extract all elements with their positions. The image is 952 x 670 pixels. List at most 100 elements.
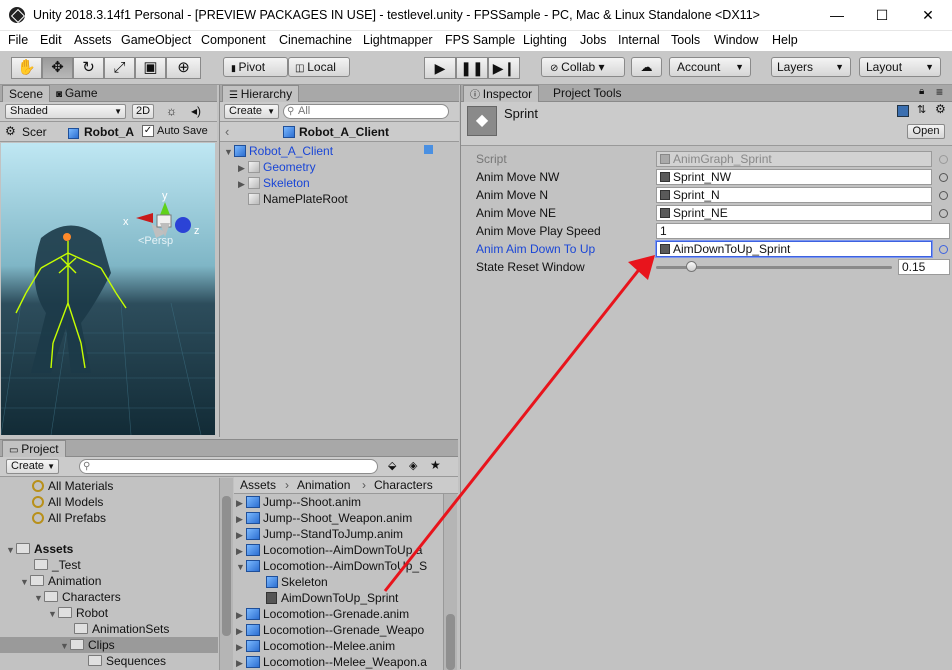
close-button[interactable]: ✕ <box>905 0 951 31</box>
cloud-button[interactable]: ☁ <box>631 57 662 77</box>
rect-tool-icon[interactable]: ▣ <box>135 57 166 79</box>
tree-item-geometry[interactable]: ▶ Geometry <box>224 159 454 175</box>
menu-component[interactable]: Component <box>201 33 266 47</box>
pivot-toggle[interactable]: ▮ Pivot <box>223 57 288 77</box>
tree-item-skeleton[interactable]: ▶ Skeleton <box>224 175 454 191</box>
file-item[interactable]: ▶ Jump--Shoot_Weapon.anim <box>236 510 442 526</box>
breadcrumb-characters[interactable]: Characters <box>374 478 433 492</box>
layers-dropdown[interactable]: Layers ▼ <box>771 57 851 77</box>
tab-scene[interactable]: Scene <box>2 85 51 102</box>
menu-jobs[interactable]: Jobs <box>580 33 606 47</box>
tab-game[interactable]: ◙ Game <box>50 85 104 102</box>
scrollbar-thumb[interactable] <box>446 614 455 670</box>
file-item[interactable]: ▶ Locomotion--Grenade.anim <box>236 606 442 622</box>
folder-test[interactable]: _Test <box>0 557 218 573</box>
tab-project-tools[interactable]: Project Tools <box>547 85 627 102</box>
file-item[interactable]: ▶ Locomotion--Grenade_Weapo <box>236 622 442 638</box>
anim-move-n-field[interactable]: Sprint_N <box>656 187 932 203</box>
folder-characters[interactable]: ▼ Characters <box>0 589 218 605</box>
tree-item-robot-a-client[interactable]: ▼ Robot_A_Client <box>224 143 454 159</box>
layout-dropdown[interactable]: Layout ▼ <box>859 57 941 77</box>
tab-inspector[interactable]: ⓘ Inspector <box>463 85 540 102</box>
lighting-toggle-icon[interactable]: ☼ <box>166 104 177 118</box>
file-item[interactable]: ▶ Locomotion--AimDownToUp.a <box>236 542 442 558</box>
file-item-aimdowntoup-sprint[interactable]: AimDownToUp_Sprint <box>236 590 442 606</box>
panel-menu-icon[interactable]: ≡ <box>936 85 943 99</box>
filter-type-icon[interactable]: ⬙ <box>388 459 396 472</box>
favorite-star-icon[interactable]: ★ <box>430 458 441 472</box>
file-item[interactable]: ▶ Locomotion--Melee.anim <box>236 638 442 654</box>
auto-save-checkbox[interactable]: ✓ <box>142 125 154 137</box>
scrollbar-thumb[interactable] <box>222 496 231 636</box>
hand-tool-icon[interactable]: ✋ <box>11 57 42 79</box>
anim-aim-down-to-up-field[interactable]: AimDownToUp_Sprint <box>656 241 932 257</box>
move-tool-icon[interactable]: ✥ <box>42 57 73 79</box>
breadcrumb-animation[interactable]: Animation <box>297 478 350 492</box>
menu-tools[interactable]: Tools <box>671 33 700 47</box>
object-picker-icon[interactable] <box>939 209 948 218</box>
step-button[interactable]: ▶❙ <box>488 57 520 79</box>
account-dropdown[interactable]: Account ▼ <box>669 57 751 77</box>
help-book-icon[interactable] <box>897 105 909 117</box>
object-picker-icon[interactable] <box>939 191 948 200</box>
menu-edit[interactable]: Edit <box>40 33 62 47</box>
file-item[interactable]: ▼ Locomotion--AimDownToUp_S <box>236 558 442 574</box>
hierarchy-search-input[interactable]: ⚲ All <box>283 104 449 119</box>
breadcrumb-object[interactable]: Robot_A <box>84 125 134 139</box>
scale-tool-icon[interactable]: ⤢ <box>104 57 135 79</box>
menu-lightmapper[interactable]: Lightmapper <box>363 33 433 47</box>
menu-gameobject[interactable]: GameObject <box>121 33 191 47</box>
shading-dropdown[interactable]: Shaded ▼ <box>5 104 126 119</box>
maximize-button[interactable]: ☐ <box>859 0 905 31</box>
tree-item-nameplateroot[interactable]: NamePlateRoot <box>224 191 454 207</box>
hierarchy-create-dropdown[interactable]: Create ▼ <box>224 104 279 119</box>
favorite-all-prefabs[interactable]: All Prefabs <box>0 510 218 526</box>
file-item[interactable]: ▶ Locomotion--Melee_Weapon.a <box>236 654 442 670</box>
local-toggle[interactable]: ◫ Local <box>288 57 350 77</box>
file-item[interactable]: ▶ Jump--Shoot.anim <box>236 494 442 510</box>
anim-move-nw-field[interactable]: Sprint_NW <box>656 169 932 185</box>
file-list-scrollbar[interactable] <box>443 494 457 670</box>
folder-animationsets[interactable]: AnimationSets <box>0 621 218 637</box>
minimize-button[interactable]: — <box>814 0 860 31</box>
folder-animation[interactable]: ▼ Animation <box>0 573 218 589</box>
open-button[interactable]: Open <box>907 124 945 139</box>
folder-tree-scrollbar[interactable] <box>219 478 233 670</box>
collab-dropdown[interactable]: ⊘ Collab ▾ <box>541 57 625 77</box>
filter-label-icon[interactable]: ◈ <box>409 459 417 472</box>
favorite-all-materials[interactable]: All Materials <box>0 478 218 494</box>
tab-project[interactable]: ▭ Project <box>2 440 66 457</box>
gear-icon[interactable]: ⚙ <box>935 102 946 116</box>
folder-robot[interactable]: ▼ Robot <box>0 605 218 621</box>
folder-assets[interactable]: ▼ Assets <box>0 541 218 557</box>
presets-icon[interactable]: ⇅ <box>917 103 926 116</box>
menu-internal[interactable]: Internal <box>618 33 660 47</box>
rotate-tool-icon[interactable]: ↻ <box>73 57 104 79</box>
persp-label[interactable]: <Persp <box>138 235 173 247</box>
pause-button[interactable]: ❚❚ <box>456 57 488 79</box>
file-item-skeleton[interactable]: Skeleton <box>236 574 442 590</box>
menu-lighting[interactable]: Lighting <box>523 33 567 47</box>
anim-move-ne-field[interactable]: Sprint_NE <box>656 205 932 221</box>
menu-cinemachine[interactable]: Cinemachine <box>279 33 352 47</box>
transform-tool-icon[interactable]: ⊕ <box>166 57 201 79</box>
object-picker-icon[interactable] <box>939 173 948 182</box>
folder-sequences[interactable]: Sequences <box>0 653 218 669</box>
favorite-all-models[interactable]: All Models <box>0 494 218 510</box>
audio-toggle-icon[interactable]: ◂) <box>191 104 201 118</box>
menu-window[interactable]: Window <box>714 33 758 47</box>
breadcrumb-scene[interactable]: Scer <box>22 125 47 139</box>
menu-file[interactable]: File <box>8 33 28 47</box>
play-speed-input[interactable]: 1 <box>656 223 950 239</box>
menu-help[interactable]: Help <box>772 33 798 47</box>
back-chevron-icon[interactable]: ‹ <box>225 124 229 139</box>
play-button[interactable]: ▶ <box>424 57 456 79</box>
menu-assets[interactable]: Assets <box>74 33 112 47</box>
breadcrumb-assets[interactable]: Assets <box>240 478 276 492</box>
2d-toggle[interactable]: 2D <box>132 104 154 119</box>
menu-fps-sample[interactable]: FPS Sample <box>445 33 515 47</box>
file-item[interactable]: ▶ Jump--StandToJump.anim <box>236 526 442 542</box>
scene-viewport[interactable]: y x z <Persp <box>1 143 215 435</box>
project-search-input[interactable]: ⚲ <box>79 459 378 474</box>
state-reset-value-input[interactable]: 0.15 <box>898 259 950 275</box>
